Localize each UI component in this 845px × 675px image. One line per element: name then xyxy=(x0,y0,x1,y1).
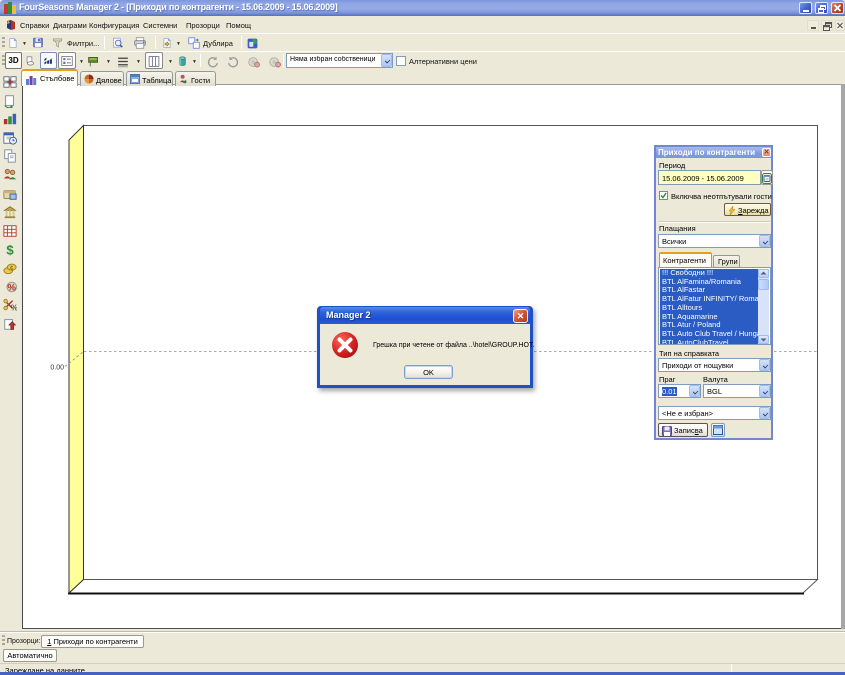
svg-text:$: $ xyxy=(6,242,14,256)
svg-text:%: % xyxy=(11,303,17,312)
svg-text:¢: ¢ xyxy=(10,265,14,272)
svg-text:%: % xyxy=(7,283,16,294)
svg-text:0.00: 0.00 xyxy=(50,365,64,372)
